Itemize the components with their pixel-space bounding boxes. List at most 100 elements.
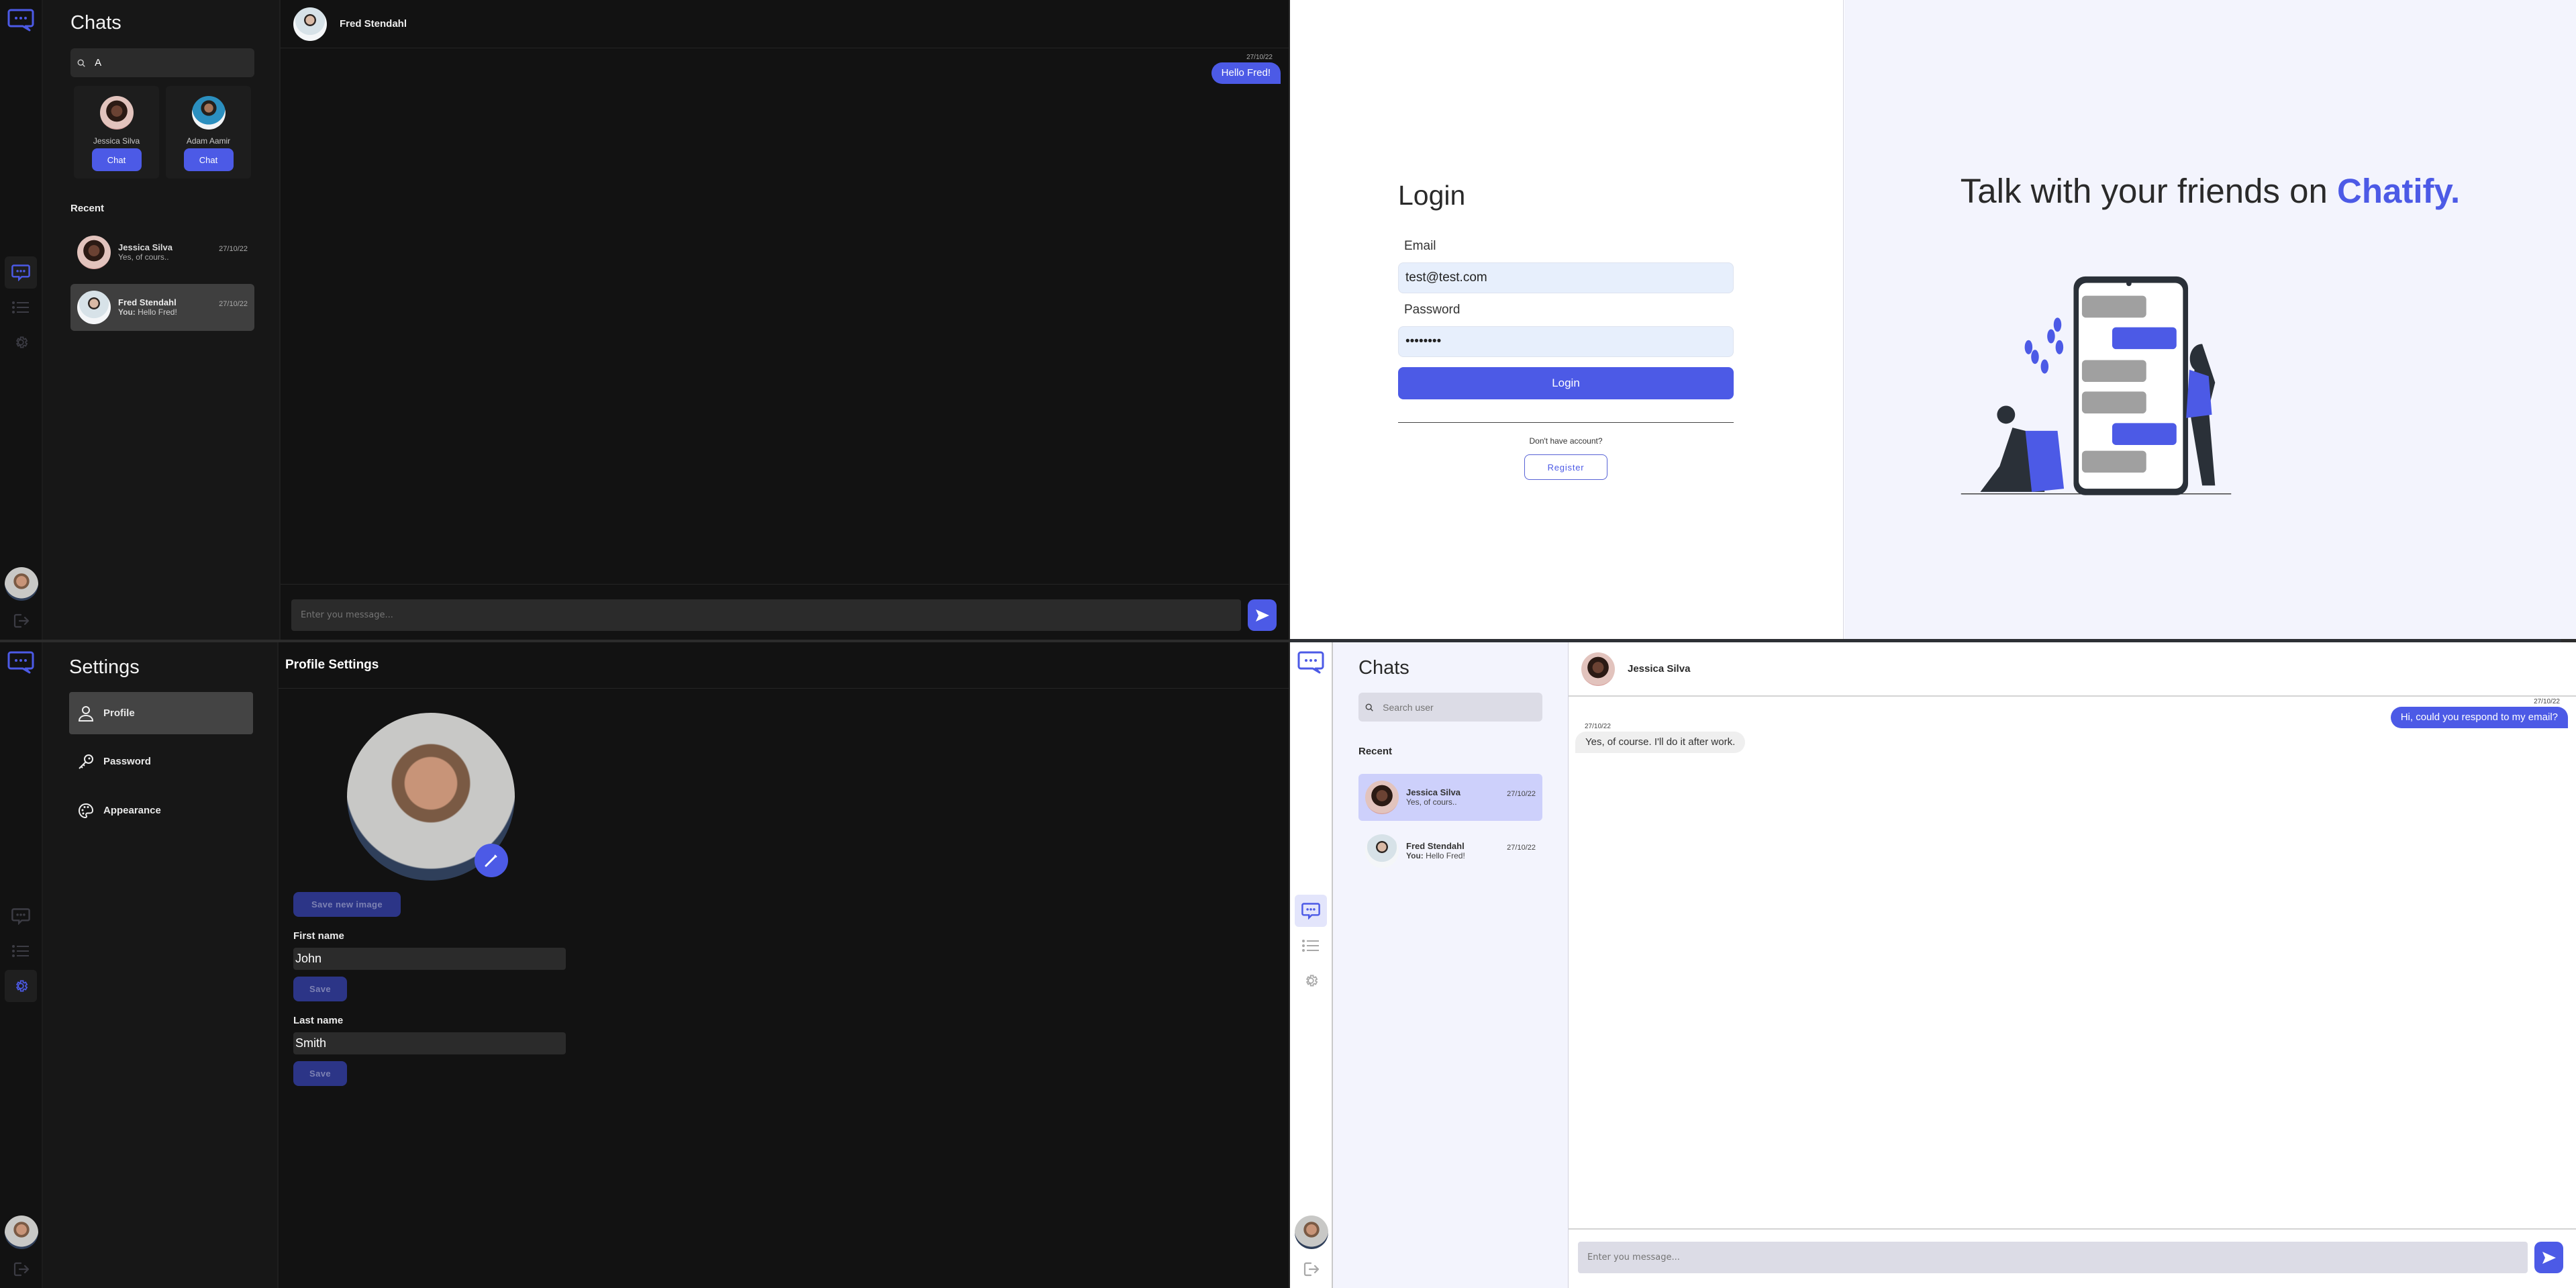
- nav-list-button[interactable]: [5, 935, 37, 967]
- nav-chats-button[interactable]: [5, 256, 37, 289]
- recent-chat-item[interactable]: Fred Stendahl You: Hello Fred! 27/10/22: [70, 284, 254, 331]
- found-user-card: Adam Aamir Chat: [166, 86, 251, 179]
- settings-item-appearance[interactable]: Appearance: [69, 789, 253, 832]
- first-name-input[interactable]: [293, 948, 566, 970]
- conversation-header: Fred Stendahl: [281, 0, 1289, 48]
- page-title: Profile Settings: [279, 642, 1289, 689]
- chat-illustration: [1961, 276, 2232, 495]
- no-account-text: Don't have account?: [1529, 436, 1603, 446]
- chat-bubble-icon: [7, 9, 34, 32]
- logout-icon[interactable]: [13, 613, 30, 629]
- contact-name: Fred Stendahl: [340, 18, 407, 30]
- login-screen: Login Email Password Login Don't have ac…: [1290, 0, 2576, 639]
- last-name-input[interactable]: [293, 1032, 566, 1054]
- user-avatar[interactable]: [5, 567, 38, 601]
- conversation-header: Jessica Silva: [1569, 642, 2576, 697]
- save-first-name-button[interactable]: Save: [293, 977, 347, 1001]
- contact-avatar: [293, 7, 327, 41]
- conversation-panel: Fred Stendahl 27/10/22 Hello Fred!: [281, 0, 1289, 640]
- register-button[interactable]: Register: [1524, 454, 1607, 480]
- message: 27/10/22 Hi, could you respond to my ema…: [2390, 698, 2568, 728]
- search-input[interactable]: [95, 57, 254, 68]
- panel-title: Settings: [69, 656, 140, 678]
- avatar: [77, 291, 111, 324]
- list-icon: [12, 301, 29, 313]
- list-icon: [12, 945, 29, 957]
- avatar: [1365, 781, 1399, 814]
- search-icon: [77, 59, 85, 67]
- last-name-label: Last name: [293, 1015, 344, 1026]
- search-box[interactable]: [1358, 693, 1542, 722]
- recent-label: Recent: [1358, 746, 1393, 757]
- nav-list-button[interactable]: [5, 291, 37, 324]
- message-input[interactable]: [291, 599, 1241, 631]
- message-date: 27/10/22: [2534, 698, 2560, 705]
- password-label: Password: [1404, 303, 1460, 317]
- chat-bubble-icon: [11, 908, 30, 925]
- logout-icon[interactable]: [13, 1261, 30, 1277]
- user-avatar[interactable]: [1295, 1216, 1328, 1249]
- message-bubble: Yes, of course. I'll do it after work.: [1575, 732, 1746, 753]
- message-date: 27/10/22: [1507, 790, 1536, 798]
- nav-settings-button[interactable]: [1295, 964, 1327, 997]
- avatar: [99, 96, 134, 130]
- avatar: [1365, 834, 1399, 868]
- save-image-button[interactable]: Save new image: [293, 892, 401, 917]
- divider: [1398, 422, 1734, 423]
- settings-item-password[interactable]: Password: [69, 740, 253, 783]
- key-icon: [79, 754, 93, 769]
- nav-list-button[interactable]: [1295, 930, 1327, 962]
- user-avatar[interactable]: [5, 1216, 38, 1249]
- send-button[interactable]: [1248, 599, 1277, 631]
- avatar: [191, 96, 226, 130]
- profile-settings: Profile Settings Save new image First na…: [279, 642, 1289, 1288]
- message-preview: Hello Fred!: [138, 307, 177, 317]
- gear-icon: [1305, 975, 1318, 987]
- nav-rail: [1290, 642, 1333, 1288]
- search-box[interactable]: [70, 48, 254, 77]
- brand-name: Chatify.: [2337, 172, 2461, 210]
- send-icon: [1255, 609, 1269, 622]
- divider: [1290, 639, 2561, 642]
- recent-chat-item[interactable]: Fred Stendahl You: Hello Fred! 27/10/22: [1358, 828, 1542, 875]
- message-input[interactable]: [1578, 1242, 2528, 1273]
- start-chat-button[interactable]: Chat: [183, 148, 234, 171]
- tagline: Talk with your friends on Chatify.: [1844, 171, 2576, 211]
- nav-settings-button[interactable]: [5, 970, 37, 1002]
- user-icon: [78, 705, 94, 722]
- first-name-label: First name: [293, 930, 344, 942]
- nav-settings-button[interactable]: [5, 326, 37, 358]
- chat-bubble-icon: [7, 651, 34, 674]
- chat-bubble-icon: [1301, 903, 1320, 920]
- nav-rail: [0, 642, 43, 1288]
- search-input[interactable]: [1383, 701, 1542, 713]
- contact-name: Jessica Silva: [1628, 663, 1691, 675]
- settings-item-label: Password: [103, 756, 151, 767]
- divider: [1289, 0, 1290, 1288]
- logout-icon[interactable]: [1303, 1261, 1320, 1277]
- nav-chats-button[interactable]: [1295, 895, 1327, 927]
- send-button[interactable]: [2534, 1242, 2563, 1273]
- list-icon: [1302, 940, 1319, 952]
- message-date: 27/10/22: [219, 300, 248, 308]
- send-icon: [2542, 1251, 2556, 1264]
- start-chat-button[interactable]: Chat: [91, 148, 142, 171]
- nav-chats-button[interactable]: [5, 900, 37, 932]
- message-bubble: Hello Fred!: [1211, 62, 1281, 84]
- settings-item-profile[interactable]: Profile: [69, 692, 253, 734]
- recent-chat-item[interactable]: Jessica Silva Yes, of cours.. 27/10/22: [70, 229, 254, 276]
- gear-icon: [15, 336, 28, 348]
- message-bubble: Hi, could you respond to my email?: [2390, 707, 2568, 728]
- message: 27/10/22 Hello Fred!: [1211, 54, 1281, 84]
- message-date: 27/10/22: [1246, 54, 1273, 61]
- login-button[interactable]: Login: [1398, 367, 1734, 399]
- search-icon: [1365, 703, 1373, 711]
- save-last-name-button[interactable]: Save: [293, 1061, 347, 1086]
- pencil-icon: [485, 854, 497, 867]
- password-input[interactable]: [1398, 326, 1734, 357]
- settings-item-label: Appearance: [103, 805, 161, 816]
- recent-chat-item[interactable]: Jessica Silva Yes, of cours.. 27/10/22: [1358, 774, 1542, 821]
- email-input[interactable]: [1398, 262, 1734, 293]
- edit-picture-button[interactable]: [475, 844, 508, 877]
- found-user-name: Adam Aamir: [186, 136, 231, 146]
